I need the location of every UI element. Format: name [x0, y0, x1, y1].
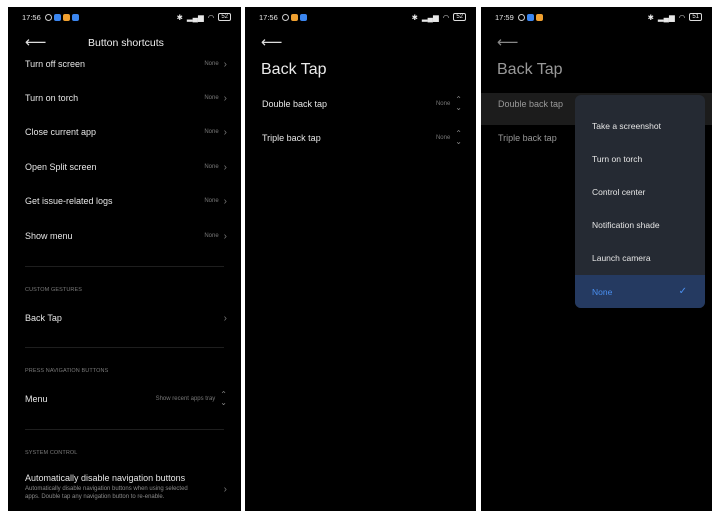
section-header-custom-gestures: CUSTOM GESTURES [25, 287, 83, 293]
page-title: Button shortcuts [88, 37, 164, 49]
option-turn-on-torch[interactable]: Turn on torch [575, 142, 705, 175]
page-title: Back Tap [261, 61, 327, 78]
status-bar: 17:56 ✱ ▂▄▆ ◠ 52 [245, 7, 476, 27]
section-header-navigation-buttons: PRESS NAVIGATION BUTTONS [25, 368, 109, 374]
option-launch-camera[interactable]: Launch camera [575, 241, 705, 274]
status-bar: 17:56 ✱ ▂▄▆ ◠ 52 [8, 7, 241, 27]
status-bar: 17:59 ✱ ▂▄▆ ◠ 51 [481, 7, 712, 27]
list-item-get-issue-logs[interactable]: Get issue-related logs None › [25, 191, 227, 211]
bluetooth-icon: ✱ [647, 12, 654, 22]
option-take-screenshot[interactable]: Take a screenshot [575, 109, 705, 142]
back-arrow-icon[interactable]: ⟵ [497, 33, 519, 51]
up-down-chevron-icon: ⌃ ⌄ [220, 390, 227, 407]
status-time: 17:56 [259, 12, 278, 22]
signal-icon: ▂▄▆ [657, 12, 675, 22]
signal-icon: ▂▄▆ [186, 12, 204, 22]
app-notification-icon [53, 13, 61, 21]
alarm-icon [281, 13, 289, 21]
bluetooth-icon: ✱ [411, 12, 418, 22]
battery-icon: 52 [453, 13, 466, 21]
back-arrow-icon[interactable]: ⟵ [261, 33, 283, 51]
section-header-system-control: SYSTEM CONTROL [25, 450, 78, 456]
list-item-menu[interactable]: Menu Show recent apps tray ⌃ ⌄ [25, 389, 227, 409]
chevron-right-icon: › [223, 92, 227, 104]
bluetooth-icon: ✱ [176, 12, 183, 22]
app-notification-icon [62, 13, 70, 21]
wifi-icon: ◠ [207, 12, 215, 22]
chevron-right-icon: › [223, 484, 227, 495]
alarm-icon [517, 13, 525, 21]
auto-disable-nav-title[interactable]: Automatically disable navigation buttons [25, 473, 185, 483]
battery-icon: 51 [689, 13, 702, 21]
action-dropdown-menu: Take a screenshot Turn on torch Control … [575, 95, 705, 308]
list-item-show-menu[interactable]: Show menu None › [25, 226, 227, 246]
app-notification-icon [526, 13, 534, 21]
status-time: 17:56 [22, 12, 41, 22]
option-control-center[interactable]: Control center [575, 175, 705, 208]
divider [25, 347, 224, 348]
up-down-chevron-icon: ⌃ ⌄ [455, 129, 462, 146]
list-item-open-split-screen[interactable]: Open Split screen None › [25, 157, 227, 177]
divider [25, 266, 224, 267]
list-item-double-back-tap[interactable]: Double back tap None ⌃ ⌄ [262, 94, 462, 114]
alarm-icon [44, 13, 52, 21]
page-title: Back Tap [497, 61, 563, 78]
back-tap-dropdown-screen: 17:59 ✱ ▂▄▆ ◠ 51 ⟵ Back Tap Double back … [481, 7, 712, 511]
battery-icon: 52 [218, 13, 231, 21]
wifi-icon: ◠ [442, 12, 450, 22]
list-item-turn-off-screen[interactable]: Turn off screen None › [25, 54, 227, 74]
option-none-label: None [592, 286, 613, 297]
chevron-right-icon: › [223, 58, 227, 70]
auto-disable-nav-description: Automatically disable navigation buttons… [25, 486, 188, 500]
chevron-right-icon: › [223, 195, 227, 207]
divider [25, 429, 224, 430]
button-shortcuts-screen: 17:56 ✱ ▂▄▆ ◠ 52 ⟵ Button shortcuts Turn… [8, 7, 241, 511]
back-tap-screen: 17:56 ✱ ▂▄▆ ◠ 52 ⟵ Back Tap Double back … [245, 7, 476, 511]
chevron-right-icon: › [223, 312, 227, 324]
chevron-right-icon: › [223, 161, 227, 173]
back-arrow-icon[interactable]: ⟵ [25, 33, 47, 51]
list-item-back-tap[interactable]: Back Tap › [25, 308, 227, 328]
signal-icon: ▂▄▆ [421, 12, 439, 22]
app-notification-icon [535, 13, 543, 21]
option-notification-shade[interactable]: Notification shade [575, 208, 705, 241]
app-notification-icon [299, 13, 307, 21]
app-notification-icon [71, 13, 79, 21]
option-none-selected[interactable]: None ✓ [575, 275, 705, 308]
list-item-close-current-app[interactable]: Close current app None › [25, 122, 227, 142]
chevron-right-icon: › [223, 126, 227, 138]
list-item-triple-back-tap[interactable]: Triple back tap None ⌃ ⌄ [262, 128, 462, 148]
wifi-icon: ◠ [678, 12, 686, 22]
app-notification-icon [290, 13, 298, 21]
up-down-chevron-icon: ⌃ ⌄ [455, 95, 462, 112]
checkmark-icon: ✓ [678, 286, 687, 297]
list-item-turn-on-torch[interactable]: Turn on torch None › [25, 88, 227, 108]
status-time: 17:59 [495, 12, 514, 22]
chevron-right-icon: › [223, 230, 227, 242]
